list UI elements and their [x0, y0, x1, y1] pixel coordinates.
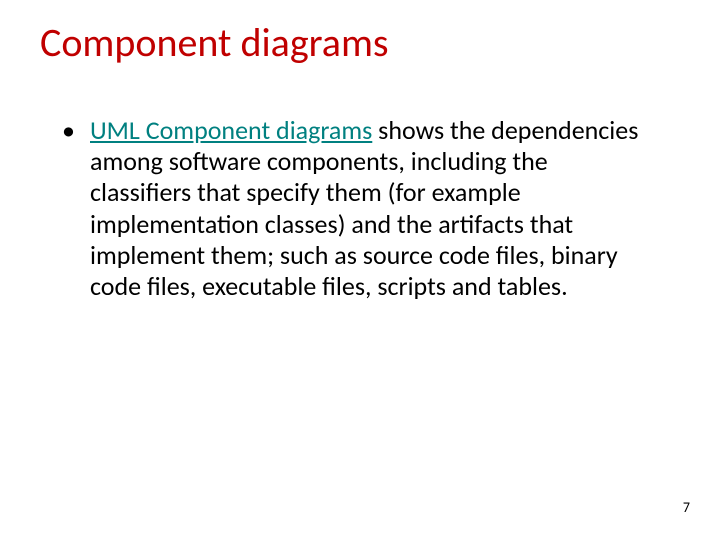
slide: Component diagrams UML Component diagram…	[0, 0, 720, 540]
bullet-list: UML Component diagrams shows the depende…	[62, 115, 642, 302]
page-number: 7	[683, 499, 690, 516]
bullet-item: UML Component diagrams shows the depende…	[62, 115, 642, 302]
uml-component-diagrams-link[interactable]: UML Component diagrams	[90, 114, 372, 146]
slide-body: UML Component diagrams shows the depende…	[62, 115, 642, 302]
slide-title: Component diagrams	[40, 18, 389, 67]
